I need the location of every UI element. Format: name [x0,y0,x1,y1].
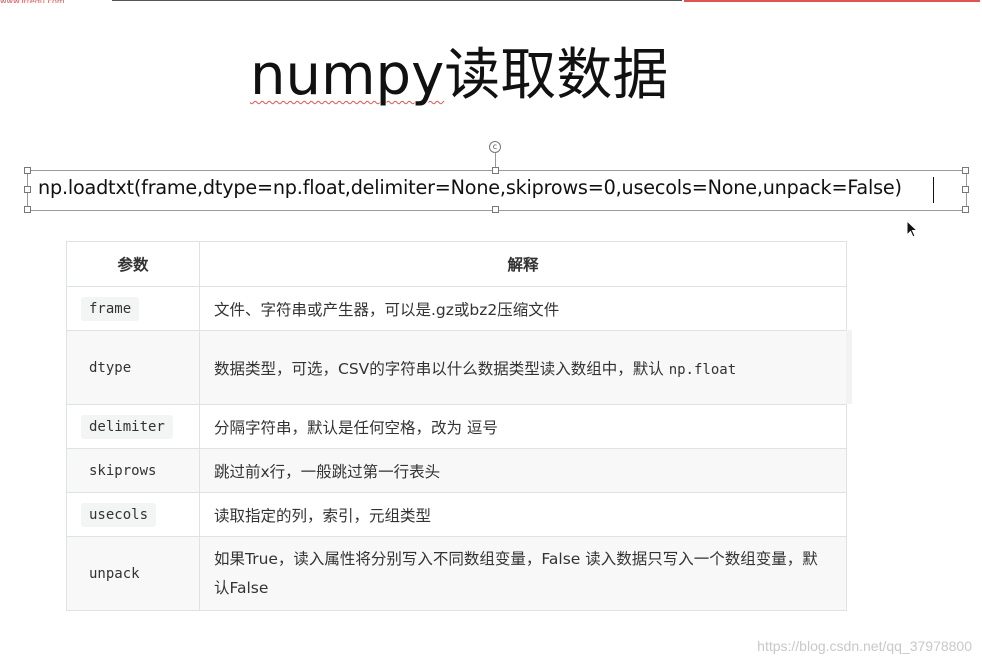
desc-usecols: 读取指定的列，索引，元组类型 [199,492,847,537]
table-edge-shadow [846,330,852,404]
header-param: 参数 [66,241,200,287]
param-usecols: usecols [81,502,157,527]
resize-handle-se[interactable] [962,206,969,213]
param-skiprows: skiprows [89,462,157,479]
resize-handle-s[interactable] [492,206,499,213]
table-row: usecols 读取指定的列，索引，元组类型 [66,492,847,537]
param-unpack: unpack [89,565,140,582]
resize-handle-w[interactable] [24,186,31,193]
param-frame: frame [81,296,140,321]
table-row: unpack 如果True，读入属性将分别写入不同数组变量，False 读入数据… [66,536,847,611]
param-delimiter: delimiter [81,414,173,439]
table-row: skiprows 跳过前x行，一般跳过第一行表头 [66,448,847,493]
table-header-row: 参数 解释 [66,241,847,287]
desc-dtype-text: 数据类型，可选，CSV的字符串以什么数据类型读入数组中，默认 [214,359,669,378]
desc-dtype: 数据类型，可选，CSV的字符串以什么数据类型读入数组中，默认 np.float [199,330,847,405]
top-divider [112,0,682,1]
desc-delimiter: 分隔字符串，默认是任何空格，改为 逗号 [199,404,847,449]
resize-handle-ne[interactable] [962,167,969,174]
resize-handle-n[interactable] [492,167,499,174]
desc-skiprows: 跳过前x行，一般跳过第一行表头 [199,448,847,493]
code-text[interactable]: np.loadtxt(frame,dtype=np.float,delimite… [38,176,902,199]
top-accent-bar [684,0,980,2]
top-bar: www.ittedu.com [0,0,982,3]
resize-handle-e[interactable] [962,186,969,193]
resize-handle-nw[interactable] [24,167,31,174]
desc-dtype-code: np.float [668,361,737,378]
slide-title: numpy读取数据 [250,30,668,111]
site-mark: www.ittedu.com [0,0,100,3]
table-row: dtype 数据类型，可选，CSV的字符串以什么数据类型读入数组中，默认 np.… [66,330,847,405]
desc-frame: 文件、字符串或产生器，可以是.gz或bz2压缩文件 [199,286,847,331]
title-chinese: 读取数据 [444,43,669,108]
param-dtype: dtype [89,359,132,376]
rotate-handle-icon[interactable]: c [489,141,501,153]
table-row: delimiter 分隔字符串，默认是任何空格，改为 逗号 [66,404,847,449]
text-caret [933,177,934,203]
header-desc: 解释 [199,241,847,287]
watermark: https://blog.csdn.net/qq_37978800 [757,638,972,654]
title-english: numpy [250,43,445,108]
desc-unpack: 如果True，读入属性将分别写入不同数组变量，False 读入数据只写入一个数组… [199,536,847,611]
mouse-pointer-icon [906,220,919,238]
parameter-table: 参数 解释 frame 文件、字符串或产生器，可以是.gz或bz2压缩文件 dt… [66,241,847,611]
resize-handle-sw[interactable] [24,206,31,213]
table-row: frame 文件、字符串或产生器，可以是.gz或bz2压缩文件 [66,286,847,331]
